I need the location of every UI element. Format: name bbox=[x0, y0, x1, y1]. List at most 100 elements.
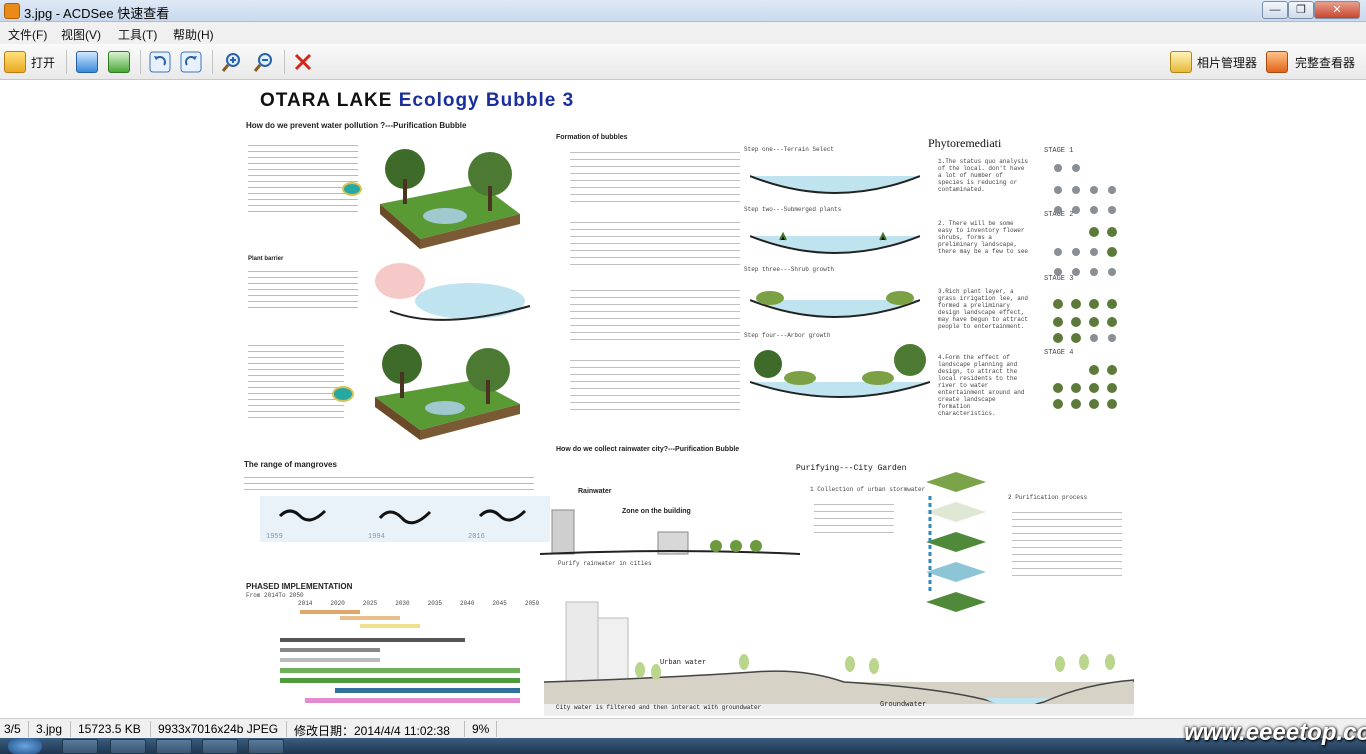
rotate-left-button[interactable] bbox=[149, 50, 171, 74]
step-section bbox=[750, 291, 920, 318]
poster-q1: How do we prevent water pollution ?---Pu… bbox=[246, 121, 467, 130]
phyto-point: 2. There will be some easy to inventory … bbox=[938, 220, 1029, 255]
text-block bbox=[248, 266, 358, 308]
phased-heading: PHASED IMPLEMENTATION bbox=[246, 582, 353, 591]
menu-help[interactable]: 帮助(H) bbox=[173, 26, 214, 43]
collection-heading: 1 Collection of urban stormwater bbox=[810, 486, 926, 493]
phased-subheading: From 2014To 2050 bbox=[246, 592, 304, 599]
open-label: 打开 bbox=[31, 56, 56, 70]
taskbar-app-icon[interactable] bbox=[110, 739, 146, 754]
poster-title: OTARA LAKE Ecology Bubble 3 bbox=[260, 90, 574, 112]
status-dimensions: 9933x7016x24b JPEG bbox=[158, 722, 279, 736]
step-label: Step three---Shrub growth bbox=[744, 266, 835, 273]
status-divider bbox=[150, 721, 151, 737]
water-bubble-icon bbox=[342, 182, 362, 196]
taskbar-folder-icon[interactable] bbox=[202, 739, 238, 754]
menu-tools[interactable]: 工具(T) bbox=[118, 26, 157, 43]
toolbar-divider bbox=[284, 50, 285, 74]
close-button[interactable]: ✕ bbox=[1314, 1, 1360, 19]
step-label: Step one---Terrain Select bbox=[744, 146, 835, 153]
poster-q2: How do we collect rainwater city?---Puri… bbox=[556, 446, 740, 453]
text-block bbox=[248, 140, 358, 212]
phase-bar bbox=[280, 638, 465, 642]
plant-barrier-heading: Plant barrier bbox=[248, 256, 284, 262]
photo-manager-button[interactable]: 相片管理器 bbox=[1170, 50, 1262, 74]
step-label: Step four---Arbor growth bbox=[744, 332, 831, 339]
status-divider bbox=[464, 721, 465, 737]
status-filename: 3.jpg bbox=[36, 722, 63, 736]
text-block bbox=[570, 284, 740, 340]
image-viewer[interactable]: OTARA LAKE Ecology Bubble 3 How do we pr… bbox=[0, 80, 1366, 718]
phase-years: 2014 2020 2025 2030 2035 2040 2045 2050 bbox=[298, 600, 540, 607]
toolbar-divider bbox=[212, 50, 213, 74]
text-block bbox=[570, 216, 740, 266]
poster-title-prefix: OTARA LAKE bbox=[260, 90, 399, 111]
step-section bbox=[750, 175, 920, 194]
text-block bbox=[570, 354, 740, 414]
toolbar: 打开 相片管理器 完整查看器 bbox=[0, 44, 1366, 80]
full-viewer-icon bbox=[1266, 51, 1288, 73]
zoom-in-button[interactable] bbox=[221, 50, 243, 74]
phyto-point: 3.Rich plant layer, a grass irrigation l… bbox=[938, 288, 1029, 330]
acdsee-app-icon[interactable] bbox=[4, 3, 20, 19]
maximize-button[interactable]: ❐ bbox=[1288, 1, 1314, 19]
full-viewer-button[interactable]: 完整查看器 bbox=[1266, 50, 1362, 74]
taskbar-chrome-icon[interactable] bbox=[62, 739, 98, 754]
minimize-button[interactable]: — bbox=[1262, 1, 1288, 19]
phase-bar bbox=[340, 616, 400, 620]
purify-city-label: Purify rainwater in cities bbox=[558, 560, 652, 567]
status-modified: 修改日期：2014/4/4 11:02:38 bbox=[294, 724, 450, 738]
windows-taskbar bbox=[0, 738, 1366, 754]
menu-bar: 文件(F) 视图(V) 工具(T) 帮助(H) bbox=[0, 22, 1366, 44]
photo-manager-icon bbox=[1170, 51, 1192, 73]
groundwater-label: Groundwater bbox=[880, 701, 927, 709]
status-image-index: 3/5 bbox=[4, 722, 21, 736]
status-filesize: 15723.5 KB bbox=[78, 722, 141, 736]
rotate-right-button[interactable] bbox=[180, 50, 202, 74]
year-label: 1959 bbox=[266, 533, 283, 541]
stage-plant-grid bbox=[1053, 164, 1117, 409]
plant-barrier-illustration bbox=[370, 256, 540, 336]
step-section bbox=[750, 231, 920, 254]
landscape-illustration bbox=[380, 149, 520, 249]
city-water-caption: City water is filtered and then interact… bbox=[556, 704, 762, 711]
landscape-illustration bbox=[375, 344, 520, 440]
rotate-right-icon bbox=[180, 51, 202, 73]
next-image-button[interactable] bbox=[108, 50, 130, 74]
delete-button[interactable] bbox=[292, 50, 314, 74]
previous-image-button[interactable] bbox=[76, 50, 98, 74]
rainwater-section bbox=[540, 509, 800, 555]
status-bar: 3/5 3.jpg 15723.5 KB 9933x7016x24b JPEG … bbox=[0, 718, 1366, 738]
phase-bar bbox=[280, 648, 380, 652]
open-button[interactable]: 打开 bbox=[4, 50, 62, 74]
toolbar-divider bbox=[140, 50, 141, 74]
phyto-point: 4.Form the effect of landscape planning … bbox=[938, 354, 1025, 417]
next-image-icon bbox=[108, 51, 130, 73]
status-zoom: 9% bbox=[472, 722, 490, 736]
phase-bar bbox=[300, 610, 360, 614]
menu-view[interactable]: 视图(V) bbox=[61, 26, 101, 43]
phase-bar bbox=[335, 688, 520, 693]
zoom-out-button[interactable] bbox=[253, 50, 275, 74]
taskbar-acdsee-icon[interactable] bbox=[248, 739, 284, 754]
photo-manager-label: 相片管理器 bbox=[1197, 56, 1258, 70]
step-label: Step two---Submerged plants bbox=[744, 206, 842, 213]
text-block bbox=[570, 146, 740, 204]
status-divider bbox=[496, 721, 497, 737]
text-block bbox=[1012, 506, 1122, 582]
menu-file[interactable]: 文件(F) bbox=[8, 26, 47, 43]
windows-start-icon[interactable] bbox=[8, 738, 42, 754]
text-block bbox=[248, 340, 344, 422]
phase-bar bbox=[280, 668, 520, 673]
phase-bar bbox=[280, 678, 520, 683]
urban-water-label: Urban water bbox=[660, 659, 707, 667]
delete-x-icon bbox=[294, 53, 312, 71]
previous-image-icon bbox=[76, 51, 98, 73]
title-bar: 3.jpg - ACDSee 快速查看 — ❐ ✕ bbox=[0, 0, 1366, 22]
year-label: 1994 bbox=[368, 533, 385, 541]
mangrove-maps bbox=[260, 496, 550, 542]
folder-open-icon bbox=[4, 51, 26, 73]
phyto-heading: Phytoremediati bbox=[928, 136, 1002, 150]
purification-heading: 2 Purification process bbox=[1008, 494, 1088, 501]
taskbar-app-icon[interactable] bbox=[156, 739, 192, 754]
